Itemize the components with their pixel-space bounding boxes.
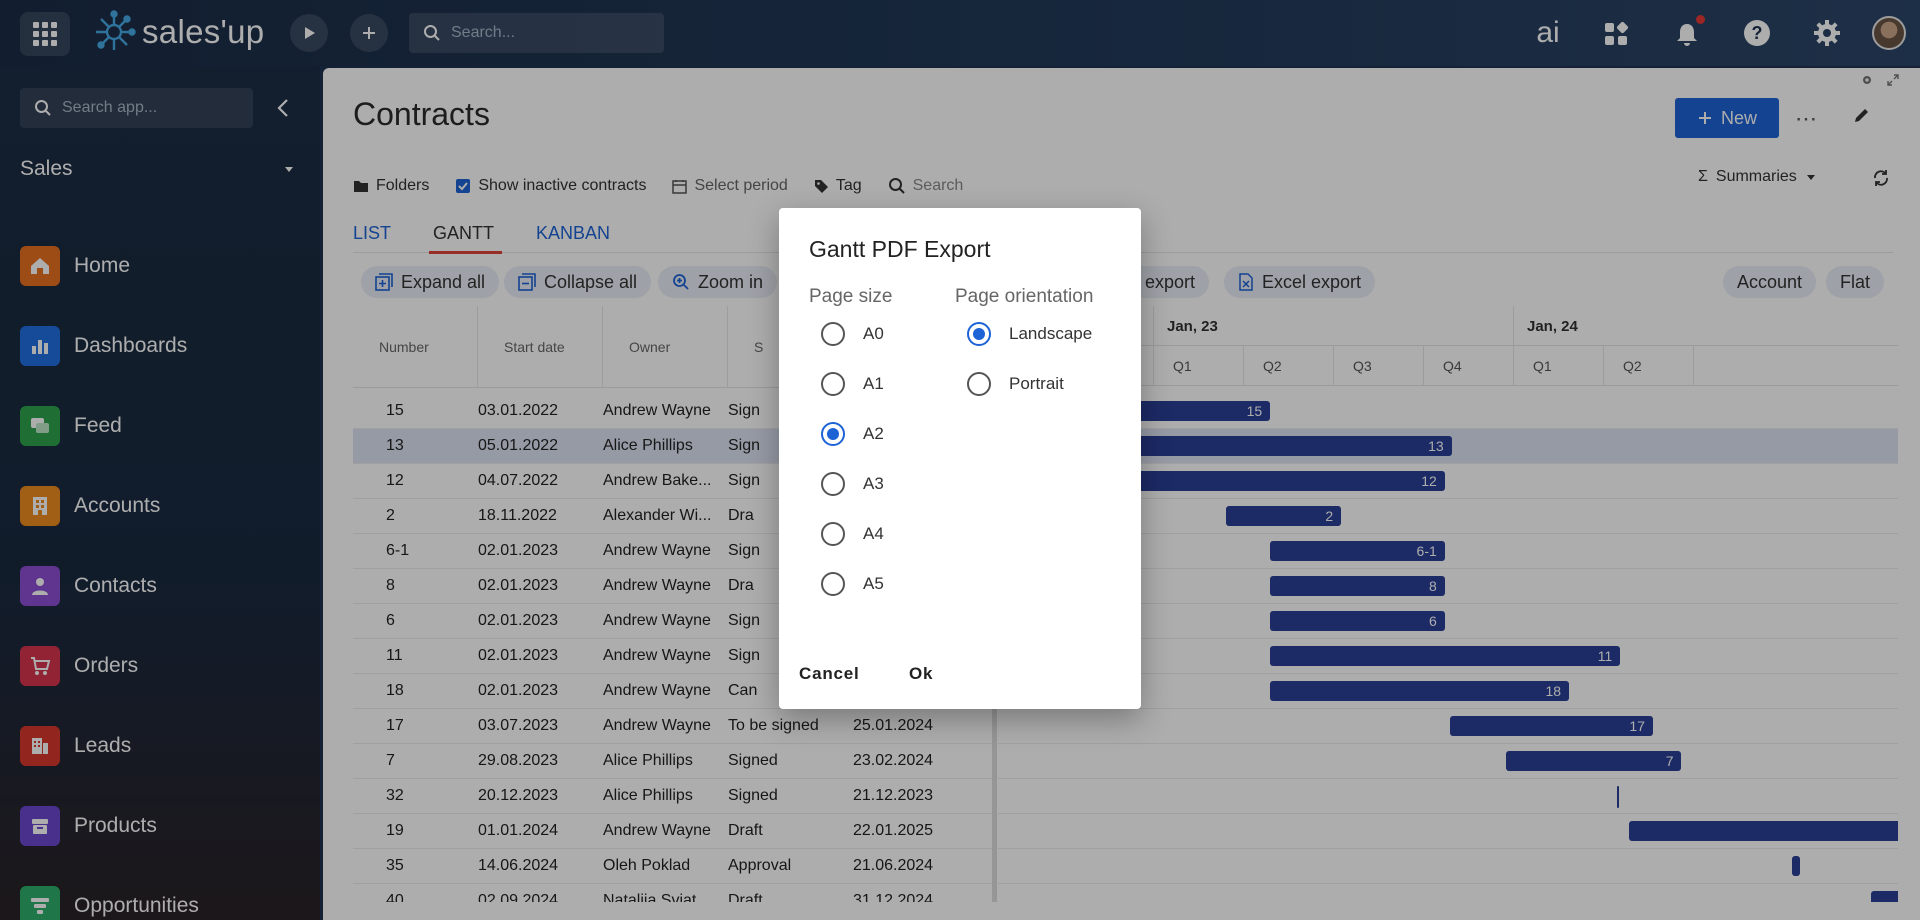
page-orientation-heading: Page orientation (955, 286, 1094, 307)
radio-label: Landscape (1009, 324, 1093, 343)
page-size-option-a1[interactable]: A1 (821, 372, 884, 396)
page-size-option-a3[interactable]: A3 (821, 472, 884, 496)
page-size-heading: Page size (809, 286, 893, 307)
ok-button[interactable]: Ok (909, 664, 933, 684)
radio-label: A5 (863, 574, 884, 593)
page-size-option-a0[interactable]: A0 (821, 322, 884, 346)
radio-button[interactable] (821, 472, 845, 496)
radio-label: A4 (863, 524, 884, 543)
dialog-title: Gantt PDF Export (809, 236, 991, 262)
page-size-option-a2[interactable]: A2 (821, 422, 884, 446)
radio-button[interactable] (821, 372, 845, 396)
radio-button[interactable] (821, 522, 845, 546)
radio-label: A3 (863, 474, 884, 493)
radio-button[interactable] (967, 372, 991, 396)
radio-button[interactable] (821, 422, 845, 446)
radio-button[interactable] (821, 572, 845, 596)
orientation-option-portrait[interactable]: Portrait (967, 372, 1064, 396)
radio-button[interactable] (821, 322, 845, 346)
radio-label: Portrait (1009, 374, 1064, 393)
page-size-option-a4[interactable]: A4 (821, 522, 884, 546)
radio-label: A2 (863, 424, 884, 443)
page-size-option-a5[interactable]: A5 (821, 572, 884, 596)
radio-button[interactable] (967, 322, 991, 346)
gantt-pdf-export-dialog: Gantt PDF Export Page size Page orientat… (779, 208, 1141, 709)
radio-label: A0 (863, 324, 884, 343)
orientation-option-landscape[interactable]: Landscape (967, 322, 1092, 346)
cancel-button[interactable]: Cancel (799, 664, 860, 684)
radio-label: A1 (863, 374, 884, 393)
